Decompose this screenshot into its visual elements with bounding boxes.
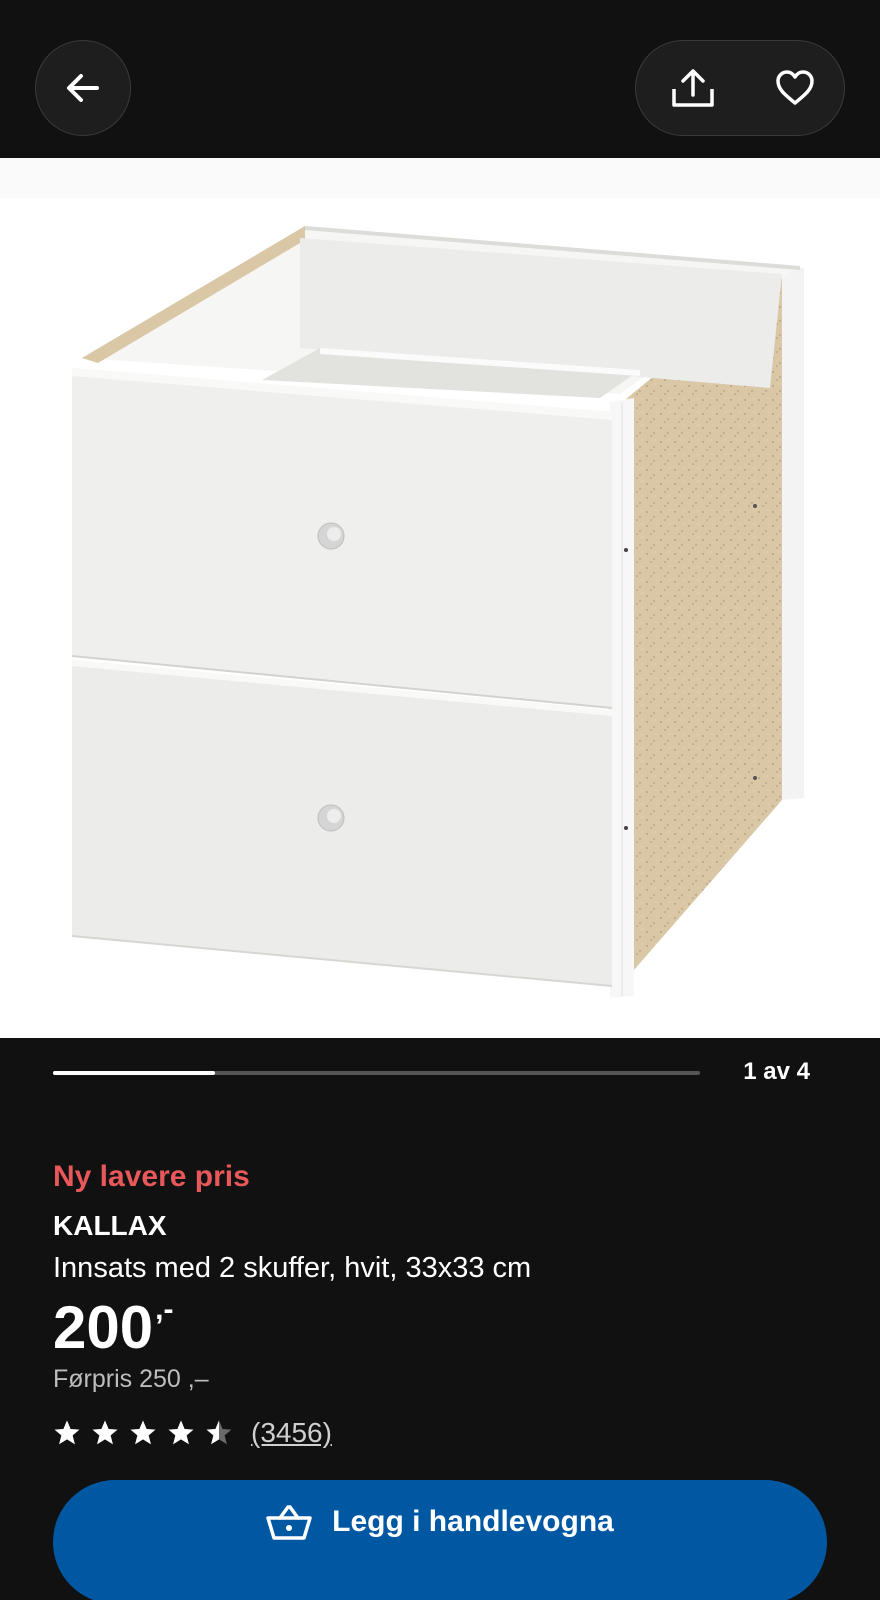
add-to-cart-content: Legg i handlevogna (266, 1502, 614, 1542)
rating-stars (53, 1419, 243, 1447)
product-image[interactable] (0, 158, 880, 1038)
drawer-insert-illustration (0, 158, 880, 998)
product-description: Innsats med 2 skuffer, hvit, 33x33 cm (53, 1252, 532, 1284)
action-pill (635, 40, 845, 136)
share-button[interactable] (645, 41, 741, 135)
favourite-button[interactable] (747, 41, 843, 135)
star-icon (130, 1420, 156, 1445)
add-to-cart-button[interactable]: Legg i handlevogna (53, 1480, 827, 1600)
gallery-progress (53, 1071, 700, 1075)
product-name: KALLAX (53, 1210, 167, 1241)
star-icon (168, 1420, 194, 1445)
share-icon (672, 69, 714, 107)
add-to-cart-label: Legg i handlevogna (332, 1505, 614, 1538)
heart-icon (776, 70, 814, 105)
price: 200 ,- (53, 1290, 173, 1366)
back-button[interactable] (35, 40, 131, 136)
gallery-progress-fill (53, 1071, 215, 1075)
rating[interactable]: (3456) (53, 1413, 332, 1453)
shopping-basket-icon (266, 1505, 312, 1540)
price-integer: 200 (53, 1294, 154, 1361)
previous-price: Førpris 250 ,– (53, 1365, 209, 1393)
top-bar (0, 0, 880, 158)
gallery-counter: 1 av 4 (743, 1058, 810, 1085)
star-icon (54, 1420, 80, 1445)
promo-label: Ny lavere pris (53, 1160, 250, 1193)
star-icon (206, 1420, 232, 1445)
review-count-link[interactable]: (3456) (251, 1417, 332, 1449)
arrow-left-icon (67, 74, 99, 102)
price-suffix: ,- (155, 1293, 174, 1326)
star-icon (92, 1420, 118, 1445)
